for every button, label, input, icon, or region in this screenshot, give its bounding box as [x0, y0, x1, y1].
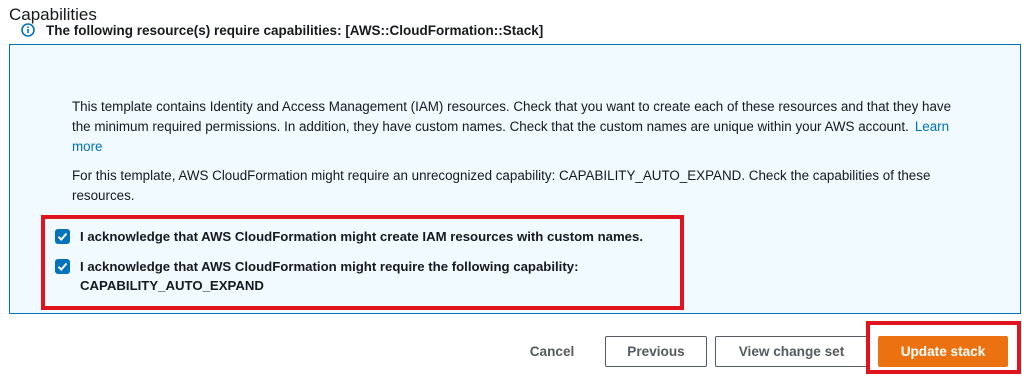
capability-label-line1: I acknowledge that AWS CloudFormation mi…	[80, 259, 579, 274]
iam-acknowledge-label[interactable]: I acknowledge that AWS CloudFormation mi…	[80, 227, 643, 246]
iam-acknowledge-checkbox[interactable]	[55, 229, 70, 244]
previous-button[interactable]: Previous	[605, 336, 707, 367]
checkmark-icon	[57, 232, 68, 241]
update-stack-button[interactable]: Update stack	[878, 336, 1008, 367]
iam-description-text: This template contains Identity and Acce…	[72, 99, 952, 134]
view-change-set-button[interactable]: View change set	[715, 336, 868, 367]
section-title: Capabilities	[9, 5, 97, 24]
capability-description: For this template, AWS CloudFormation mi…	[72, 168, 931, 203]
capability-label-line2: CAPABILITY_AUTO_EXPAND	[80, 278, 264, 293]
capability-acknowledge-checkbox[interactable]	[55, 259, 70, 274]
checkmark-icon	[57, 262, 68, 271]
info-circle-icon	[21, 23, 35, 37]
capability-acknowledge-label[interactable]: I acknowledge that AWS CloudFormation mi…	[80, 257, 578, 295]
iam-description: This template contains Identity and Acce…	[72, 97, 972, 157]
alert-title: The following resource(s) require capabi…	[46, 23, 544, 38]
cancel-button[interactable]: Cancel	[521, 336, 583, 366]
